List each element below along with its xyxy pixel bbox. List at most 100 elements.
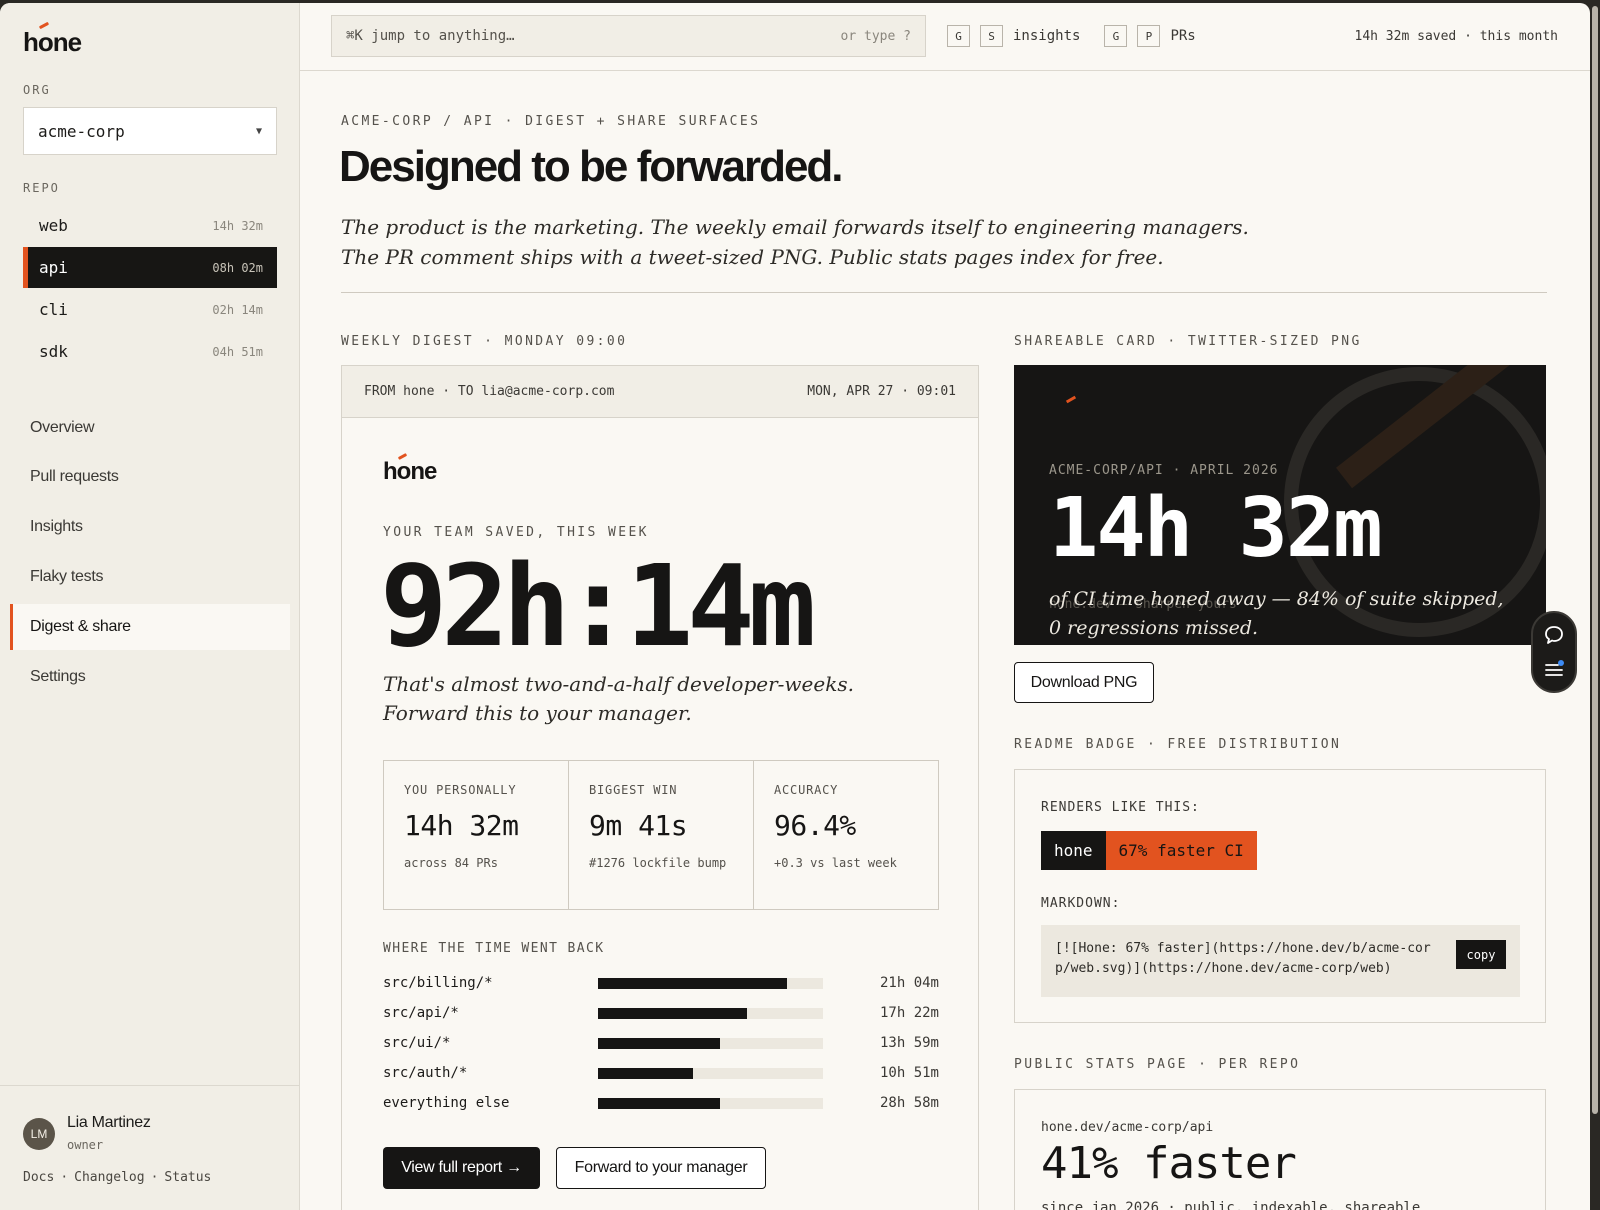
stat-value: 14h 32m	[404, 809, 519, 842]
stat-biggest-win: BIGGEST WIN 9m 41s #1276 lockfile bump	[569, 761, 754, 909]
copy-button[interactable]: copy	[1456, 940, 1506, 969]
page-subtitle: The product is the marketing. The weekly…	[341, 215, 1249, 269]
stat-accuracy: ACCURACY 96.4% +0.3 vs last week	[754, 761, 938, 909]
breakdown-path: src/auth/*	[383, 1065, 468, 1081]
time-went-back-label: WHERE THE TIME WENT BACK	[383, 941, 605, 956]
repo-time: 14h 32m	[212, 218, 263, 233]
email-from-to: FROM hone · TO lia@acme-corp.com	[364, 384, 615, 399]
list-with-notification-icon[interactable]	[1543, 658, 1565, 680]
repo-label: REPO	[23, 181, 60, 195]
breakdown-row: src/auth/* 10h 51m	[383, 1062, 939, 1084]
breakdown-bar	[598, 1007, 747, 1019]
team-saved-time: 92h:14m	[380, 542, 816, 672]
stat-note: +0.3 vs last week	[774, 856, 897, 870]
repo-item-cli[interactable]: cli 02h 14m	[23, 289, 277, 330]
breakdown-path: src/api/*	[383, 1005, 459, 1021]
separator: ·	[60, 1170, 69, 1185]
scrollbar-thumb[interactable]	[1592, 6, 1598, 1114]
breakdown-row: src/api/* 17h 22m	[383, 1002, 939, 1024]
sidebar-footer: LM Lia Martinez owner Docs · Changelog ·…	[0, 1085, 300, 1210]
key-p: P	[1137, 25, 1161, 47]
public-stats-preview: hone.dev/acme-corp/api 41% faster since …	[1014, 1089, 1546, 1210]
breakdown-bar	[598, 1097, 720, 1109]
markdown-code[interactable]: [![Hone: 67% faster](https://hone.dev/b/…	[1055, 941, 1431, 976]
breakdown-row: src/ui/* 13h 59m	[383, 1032, 939, 1054]
nav-insights[interactable]: Insights	[10, 504, 290, 550]
stat-label: YOU PERSONALLY	[404, 783, 517, 797]
breakdown-row: src/billing/* 21h 04m	[383, 972, 939, 994]
breakdown-bar	[598, 977, 787, 989]
digest-email-preview: FROM hone · TO lia@acme-corp.com MON, AP…	[341, 365, 979, 1210]
breakdown-time: 28h 58m	[879, 1095, 939, 1111]
markdown-label: MARKDOWN:	[1041, 896, 1121, 911]
search-input[interactable]: ⌘K jump to anything… or type ?	[331, 15, 926, 57]
stat-note: #1276 lockfile bump	[589, 856, 727, 870]
breakdown-path: src/ui/*	[383, 1035, 451, 1051]
status-link[interactable]: Status	[164, 1170, 211, 1185]
breakdown-row: everything else 28h 58m	[383, 1092, 939, 1114]
card-logo-accent	[1065, 395, 1077, 404]
logo-text: hone	[23, 27, 82, 57]
shortcut-insights[interactable]: insights	[1013, 28, 1080, 44]
card-caption: of CI time honed away — 84% of suite ski…	[1049, 588, 1504, 639]
chat-bubble-icon[interactable]	[1543, 624, 1565, 646]
readme-badge-box: RENDERS LIKE THIS: hone 67% faster CI MA…	[1014, 769, 1546, 1023]
nav-digest-share[interactable]: Digest & share	[10, 604, 290, 650]
repo-time: 04h 51m	[212, 344, 263, 359]
changelog-link[interactable]: Changelog	[74, 1170, 144, 1185]
stat-label: ACCURACY	[774, 783, 839, 797]
email-date: MON, APR 27 · 09:01	[807, 384, 956, 399]
floating-widget	[1531, 611, 1577, 693]
search-placeholder: ⌘K jump to anything…	[346, 28, 515, 44]
search-hint: or type ?	[840, 28, 911, 44]
card-time: 14h 32m	[1049, 481, 1383, 576]
repo-name: web	[39, 216, 68, 235]
email-header: FROM hone · TO lia@acme-corp.com MON, AP…	[342, 366, 978, 418]
breadcrumb: ACME-CORP / API · DIGEST + SHARE SURFACE…	[341, 114, 761, 129]
nav-pull-requests[interactable]: Pull requests	[10, 454, 290, 500]
separator: ·	[150, 1170, 159, 1185]
nav-settings[interactable]: Settings	[10, 654, 290, 700]
key-s: S	[980, 25, 1003, 47]
readme-badge: hone 67% faster CI	[1041, 831, 1257, 870]
public-since: since jan 2026 · public, indexable, shar…	[1041, 1200, 1421, 1210]
breakdown-track	[598, 1007, 823, 1019]
repo-name: sdk	[39, 342, 68, 361]
docs-link[interactable]: Docs	[23, 1170, 54, 1185]
breakdown-time: 10h 51m	[879, 1065, 939, 1081]
org-select[interactable]: acme-corp ▼	[23, 107, 277, 155]
stats-grid: YOU PERSONALLY 14h 32m across 84 PRs BIG…	[383, 760, 939, 910]
stat-you-personally: YOU PERSONALLY 14h 32m across 84 PRs	[384, 761, 569, 909]
badge-right: 67% faster CI	[1105, 831, 1257, 870]
breakdown-track	[598, 977, 823, 989]
renders-label: RENDERS LIKE THIS:	[1041, 800, 1200, 815]
email-blurb: That's almost two-and-a-half developer-w…	[383, 672, 854, 725]
breakdown-bar	[598, 1067, 693, 1079]
badge-left: hone	[1041, 831, 1106, 870]
breakdown-track	[598, 1097, 823, 1109]
breakdown-time: 21h 04m	[879, 975, 939, 991]
avatar[interactable]: LM	[23, 1118, 55, 1150]
email-kicker: YOUR TEAM SAVED, THIS WEEK	[383, 525, 649, 540]
breakdown-track	[598, 1037, 823, 1049]
shortcut-prs[interactable]: PRs	[1170, 28, 1195, 44]
view-full-report-button[interactable]: View full report →	[383, 1147, 540, 1189]
stat-note: across 84 PRs	[404, 856, 498, 870]
forward-to-manager-button[interactable]: Forward to your manager	[556, 1147, 766, 1189]
markdown-code-box: [![Hone: 67% faster](https://hone.dev/b/…	[1041, 925, 1520, 997]
repo-time: 02h 14m	[212, 302, 263, 317]
card-kicker: ACME-CORP/API · APRIL 2026	[1049, 463, 1279, 478]
repo-name: cli	[39, 300, 68, 319]
keyboard-shortcuts: G S insights G P PRs	[947, 25, 1196, 47]
repo-item-sdk[interactable]: sdk 04h 51m	[23, 331, 277, 372]
hone-logo[interactable]: hone	[23, 21, 82, 58]
download-png-button[interactable]: Download PNG	[1014, 662, 1154, 703]
public-stats-section-label: PUBLIC STATS PAGE · PER REPO	[1014, 1057, 1301, 1072]
nav-flaky-tests[interactable]: Flaky tests	[10, 554, 290, 600]
share-card-preview: ACME-CORP/API · APRIL 2026 14h 32m hone.…	[1014, 365, 1546, 645]
topbar: ⌘K jump to anything… or type ? G S insig…	[300, 3, 1590, 71]
nav-overview[interactable]: Overview	[10, 405, 290, 451]
public-url[interactable]: hone.dev/acme-corp/api	[1041, 1120, 1213, 1135]
repo-item-api[interactable]: api 08h 02m	[23, 247, 277, 288]
repo-item-web[interactable]: web 14h 32m	[23, 205, 277, 246]
